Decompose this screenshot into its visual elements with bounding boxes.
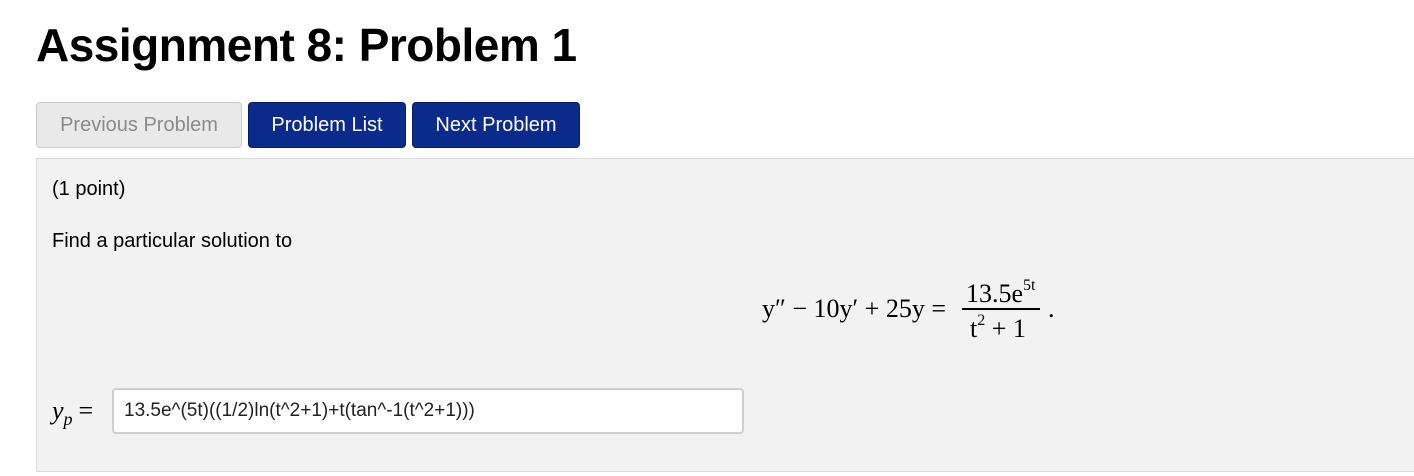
page-title: Assignment 8: Problem 1 [36, 19, 577, 71]
answer-input[interactable] [112, 388, 744, 434]
fraction-bar [962, 308, 1040, 310]
previous-problem-button[interactable]: Previous Problem [36, 102, 242, 148]
equation-denominator: t2 + 1 [970, 312, 1026, 343]
equation-period: . [1048, 294, 1055, 323]
next-problem-button[interactable]: Next Problem [412, 102, 580, 148]
point-value: (1 point) [52, 178, 126, 200]
equation-numerator: 13.5e5t [966, 277, 1036, 308]
problem-list-button[interactable]: Problem List [248, 102, 406, 148]
problem-prompt: Find a particular solution to [52, 230, 293, 252]
answer-label: yp = [52, 396, 94, 430]
equation-lhs: y″ − 10y′ + 25y = [762, 294, 947, 323]
